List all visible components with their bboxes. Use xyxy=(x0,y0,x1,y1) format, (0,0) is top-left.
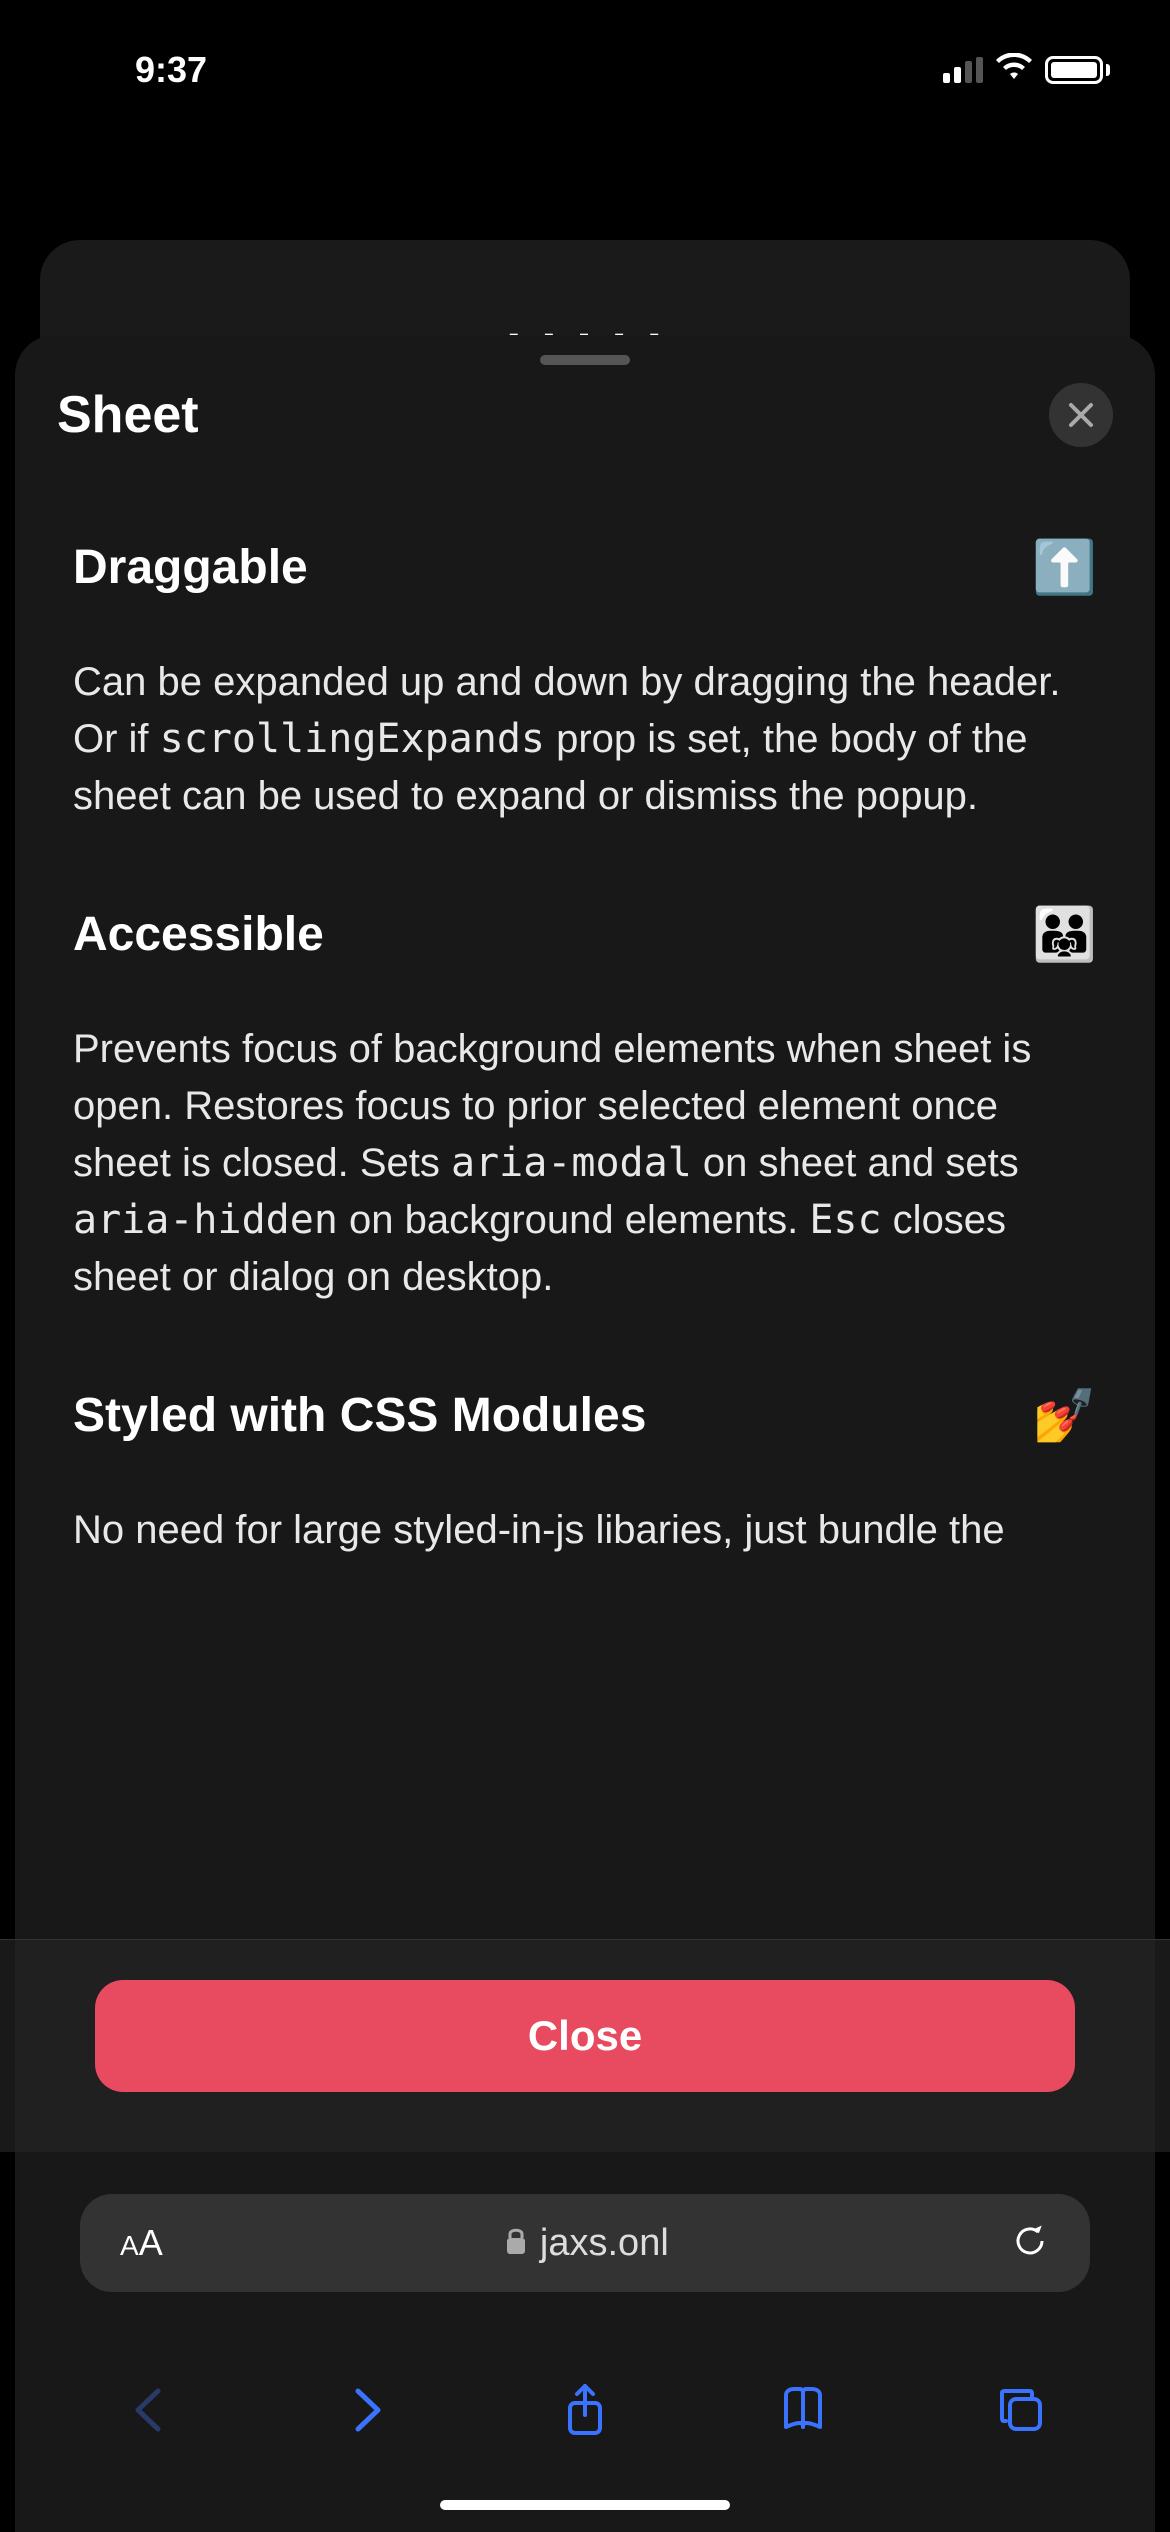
url-bar-container: AA jaxs.onl xyxy=(80,2194,1090,2292)
section-title: Draggable xyxy=(73,540,308,595)
section-text: Can be expanded up and down by dragging … xyxy=(73,654,1097,824)
status-time: 9:37 xyxy=(135,49,207,91)
close-icon-button[interactable] xyxy=(1049,383,1113,447)
section-emoji-icon: ⬆️ xyxy=(1032,537,1097,598)
status-bar: 9:37 xyxy=(0,0,1170,130)
section-header: Draggable ⬆️ xyxy=(73,537,1097,598)
text-size-button[interactable]: AA xyxy=(120,2222,163,2264)
cellular-signal-icon xyxy=(943,57,983,83)
section-title: Styled with CSS Modules xyxy=(73,1388,646,1443)
section-accessible: Accessible 👨‍👨‍👧 Prevents focus of backgro… xyxy=(73,904,1097,1305)
section-header: Styled with CSS Modules 💅 xyxy=(73,1385,1097,1446)
close-button[interactable]: Close xyxy=(95,1980,1075,2092)
wifi-icon xyxy=(995,53,1033,88)
section-draggable: Draggable ⬆️ Can be expanded up and down b… xyxy=(73,537,1097,824)
reload-button[interactable] xyxy=(1010,2221,1050,2266)
section-title: Accessible xyxy=(73,907,324,962)
sheet-footer: Close xyxy=(0,1939,1170,2152)
home-indicator[interactable] xyxy=(440,2500,730,2510)
section-emoji-icon: 💅 xyxy=(1032,1385,1097,1446)
share-button[interactable] xyxy=(560,2383,610,2442)
browser-toolbar xyxy=(0,2352,1170,2472)
forward-button[interactable] xyxy=(342,2383,392,2442)
section-emoji-icon: 👨‍👨‍👧 xyxy=(1032,904,1097,965)
battery-icon xyxy=(1045,56,1110,84)
tabs-button[interactable] xyxy=(996,2383,1046,2442)
url-bar[interactable]: AA jaxs.onl xyxy=(80,2194,1090,2292)
section-text: Prevents focus of background elements wh… xyxy=(73,1021,1097,1305)
section-header: Accessible 👨‍👨‍👧 xyxy=(73,904,1097,965)
status-icons xyxy=(943,53,1110,88)
url-display[interactable]: jaxs.onl xyxy=(163,2222,1010,2265)
section-text: No need for large styled-in-js libaries,… xyxy=(73,1502,1097,1555)
drag-handle[interactable] xyxy=(540,355,630,365)
lock-icon xyxy=(504,2222,528,2265)
sheet-header: Sheet xyxy=(15,365,1155,477)
url-text: jaxs.onl xyxy=(540,2222,669,2265)
sheet-title: Sheet xyxy=(57,385,199,445)
section-styled-with-css-modules: Styled with CSS Modules 💅 No need for larg… xyxy=(73,1385,1097,1555)
back-button[interactable] xyxy=(124,2383,174,2442)
bookmarks-button[interactable] xyxy=(778,2383,828,2442)
